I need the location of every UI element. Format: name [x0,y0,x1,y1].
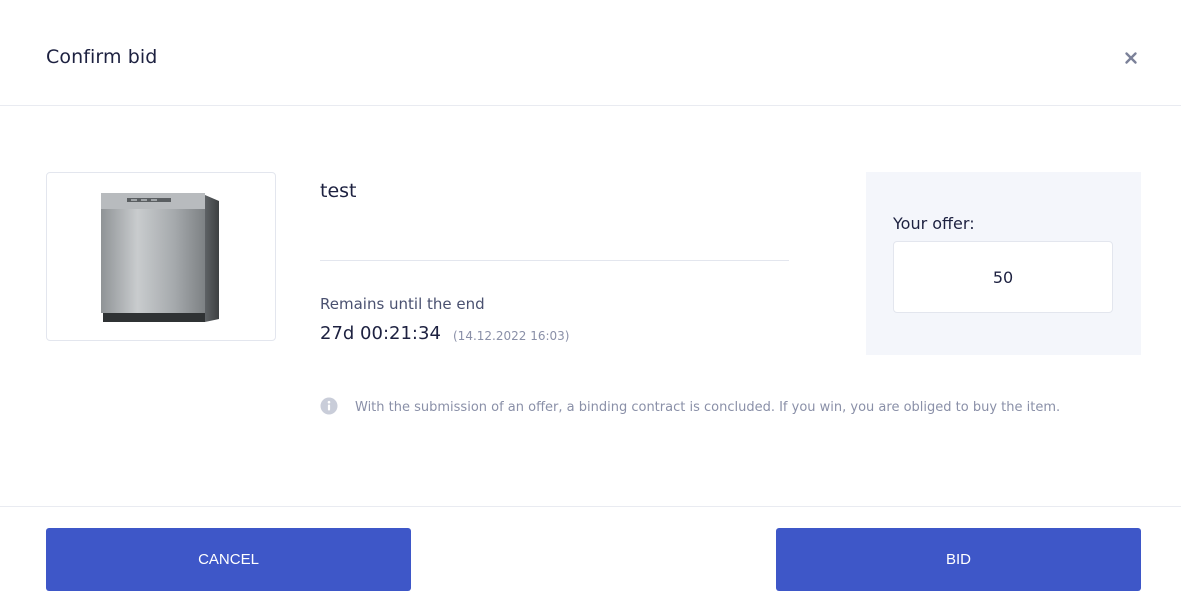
confirm-bid-dialog: Confirm bid test Remains until the end 2… [0,0,1181,608]
countdown-timer: 27d 00:21:34 [320,323,441,344]
dialog-title: Confirm bid [46,46,158,68]
offer-panel: Your offer: [866,172,1141,355]
end-date: (14.12.2022 16:03) [453,329,570,343]
dishwasher-image [101,193,219,322]
item-title: test [320,180,357,202]
offer-input[interactable] [893,241,1113,313]
dialog-header: Confirm bid [0,0,1181,106]
item-divider [320,260,789,261]
binding-contract-notice: With the submission of an offer, a bindi… [355,400,1061,415]
close-icon[interactable] [1117,44,1145,72]
offer-label: Your offer: [893,214,975,233]
footer-divider [0,506,1181,507]
bid-button[interactable]: BID [776,528,1141,591]
remains-label: Remains until the end [320,295,485,313]
info-icon [320,397,338,415]
item-image[interactable] [46,172,276,341]
cancel-button[interactable]: CANCEL [46,528,411,591]
